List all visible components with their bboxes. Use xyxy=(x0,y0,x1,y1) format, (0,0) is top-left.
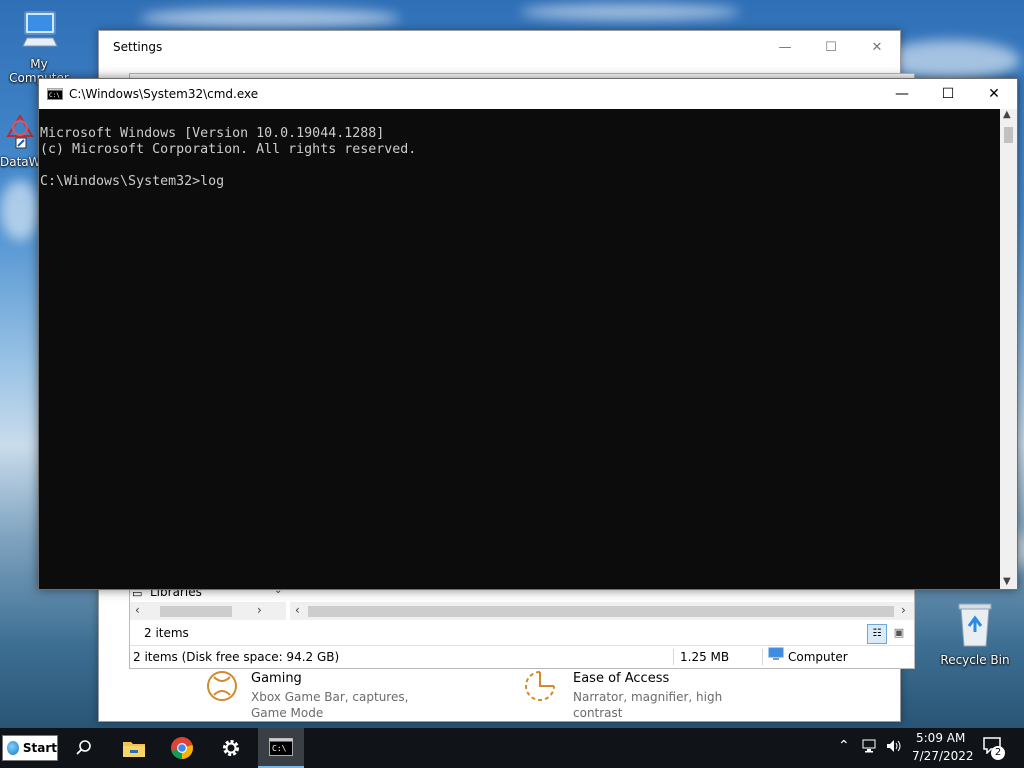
taskbar-command-prompt[interactable]: C:\ xyxy=(258,728,304,768)
taskbar-chrome[interactable] xyxy=(160,728,204,768)
minimize-button[interactable]: — xyxy=(762,31,808,63)
vertical-scrollbar[interactable]: ▲ ▼ xyxy=(1000,109,1017,589)
windows-logo-icon xyxy=(7,741,19,755)
status-separator xyxy=(673,649,674,665)
taskbar: Start C:\ ⌃ 5:09 AM 7/27/2022 2 xyxy=(0,728,1024,768)
items-count: 2 items xyxy=(144,626,189,640)
window-title: Settings xyxy=(113,40,163,54)
start-button[interactable]: Start xyxy=(2,735,58,761)
taskbar-settings[interactable] xyxy=(208,728,254,768)
close-button[interactable]: ✕ xyxy=(854,31,900,63)
close-icon: ✕ xyxy=(988,86,1000,102)
maximize-icon: ☐ xyxy=(941,86,955,102)
cloud xyxy=(520,4,740,20)
chevron-up-icon[interactable]: ⌃ xyxy=(838,738,850,754)
minimize-icon: — xyxy=(778,39,792,55)
status-size: 1.25 MB xyxy=(680,650,730,664)
notification-center-button[interactable]: 2 xyxy=(982,736,1008,760)
network-icon[interactable] xyxy=(861,738,879,757)
scroll-up-icon[interactable]: ▲ xyxy=(1003,109,1011,120)
desktop-icon-label: Recycle Bin xyxy=(940,653,1010,667)
scroll-right-icon[interactable]: › xyxy=(257,603,262,617)
terminal-icon: C:\ xyxy=(269,738,293,756)
status-bar: 2 items (Disk free space: 94.2 GB) 1.25 … xyxy=(130,645,914,668)
monitor-icon xyxy=(22,11,58,47)
scrollbar-thumb[interactable] xyxy=(160,606,232,617)
maximize-button[interactable]: ☐ xyxy=(808,31,854,63)
maximize-button[interactable]: ☐ xyxy=(925,79,971,109)
desktop-icon-recycle-bin[interactable]: Recycle Bin xyxy=(935,600,1015,667)
scroll-left-icon[interactable]: ‹ xyxy=(295,603,300,617)
computer-icon xyxy=(768,646,784,668)
clock-time[interactable]: 5:09 AM xyxy=(916,731,965,745)
window-title: C:\Windows\System32\cmd.exe xyxy=(69,87,259,101)
taskbar-search-button[interactable] xyxy=(64,728,104,768)
settings-item-ease-of-access[interactable]: Ease of Access Narrator, magnifier, high… xyxy=(525,671,723,721)
start-label: Start xyxy=(22,741,57,755)
clock-date[interactable]: 7/27/2022 xyxy=(912,749,974,763)
close-icon: ✕ xyxy=(871,39,883,55)
settings-titlebar[interactable]: Settings — ☐ ✕ xyxy=(99,31,900,63)
scrollbar-thumb[interactable] xyxy=(1004,127,1013,143)
search-icon xyxy=(76,740,91,755)
folder-icon xyxy=(123,742,145,757)
details-view-icon: ☷ xyxy=(872,628,882,639)
chrome-icon xyxy=(171,737,193,759)
nav-horizontal-scrollbar[interactable]: ‹ › xyxy=(130,602,286,620)
console-output[interactable]: Microsoft Windows [Version 10.0.19044.12… xyxy=(40,110,1000,588)
terminal-icon: C:\ xyxy=(47,88,63,100)
close-button[interactable]: ✕ xyxy=(971,79,1017,109)
console-line: Microsoft Windows [Version 10.0.19044.12… xyxy=(40,126,385,141)
xbox-icon xyxy=(207,671,237,701)
large-icons-view-icon: ▣ xyxy=(893,626,905,639)
items-count-bar: 2 items ☷ ▣ xyxy=(130,622,914,646)
ease-of-access-icon xyxy=(525,671,555,701)
desktop-icon-my-computer[interactable]: My Computer xyxy=(0,8,79,85)
settings-item-description: Xbox Game Bar, captures, Game Mode xyxy=(251,690,409,720)
large-icons-view-button[interactable]: ▣ xyxy=(890,624,908,642)
scroll-right-icon[interactable]: › xyxy=(901,603,906,617)
settings-item-description: Narrator, magnifier, high contrast xyxy=(573,690,723,720)
minimize-icon: — xyxy=(895,86,909,102)
scrollbar-thumb[interactable] xyxy=(308,606,894,617)
svg-text:C:\: C:\ xyxy=(49,92,60,99)
content-horizontal-scrollbar[interactable]: ‹ › xyxy=(290,602,914,620)
volume-icon[interactable] xyxy=(885,738,903,757)
minimize-button[interactable]: — xyxy=(879,79,925,109)
svg-text:C:\: C:\ xyxy=(272,744,287,753)
cloud xyxy=(140,8,400,28)
notification-badge: 2 xyxy=(991,746,1005,760)
status-summary: 2 items (Disk free space: 94.2 GB) xyxy=(133,650,340,664)
settings-item-title: Gaming xyxy=(251,671,302,686)
datawindow-icon xyxy=(6,114,34,149)
console-line: (c) Microsoft Corporation. All rights re… xyxy=(40,142,417,157)
settings-item-title: Ease of Access xyxy=(573,671,670,686)
cloud xyxy=(0,180,40,240)
console-prompt-line[interactable]: C:\Windows\System32>log xyxy=(40,174,1000,190)
scroll-left-icon[interactable]: ‹ xyxy=(135,603,140,617)
recycle-bin-icon xyxy=(958,603,992,647)
maximize-icon: ☐ xyxy=(825,39,837,55)
taskbar-file-explorer[interactable] xyxy=(112,728,156,768)
gear-icon xyxy=(223,740,239,756)
scroll-down-icon[interactable]: ▼ xyxy=(1003,576,1011,587)
settings-item-gaming[interactable]: Gaming Xbox Game Bar, captures, Game Mod… xyxy=(207,671,441,721)
status-separator xyxy=(762,649,763,665)
command-prompt-window: C:\ C:\Windows\System32\cmd.exe — ☐ ✕ Mi… xyxy=(38,78,1018,590)
details-view-button[interactable]: ☷ xyxy=(867,624,887,644)
status-location: Computer xyxy=(788,650,848,664)
cmd-titlebar[interactable]: C:\ C:\Windows\System32\cmd.exe — ☐ ✕ xyxy=(39,79,1017,109)
